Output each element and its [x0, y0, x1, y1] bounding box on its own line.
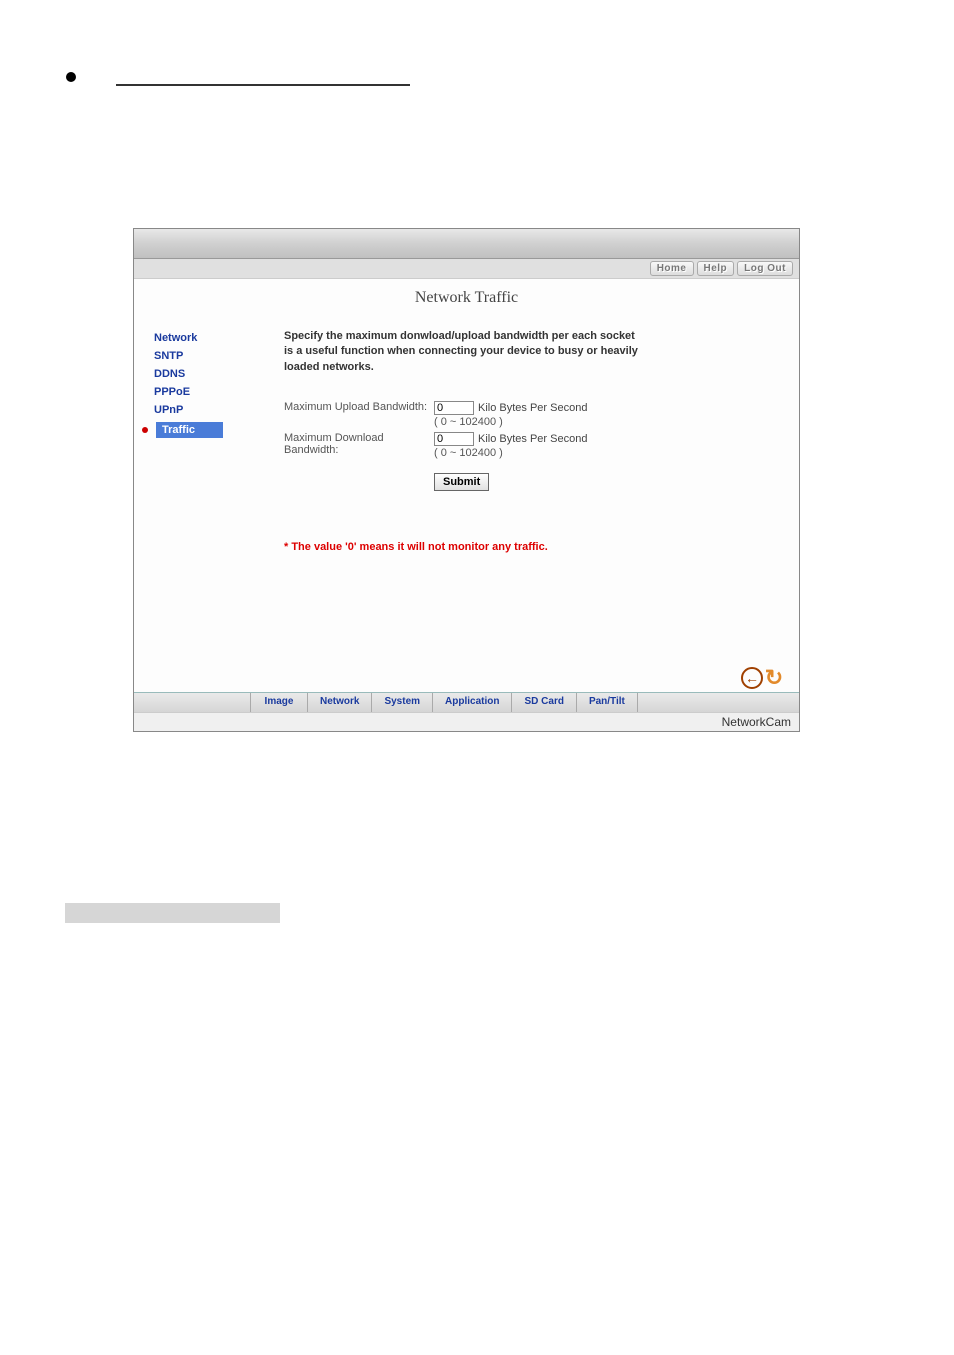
window-header-gradient [134, 229, 799, 259]
refresh-icon[interactable]: ↻ [763, 667, 785, 689]
sidebar-item-traffic[interactable]: Traffic [154, 419, 274, 441]
tab-pantilt[interactable]: Pan/Tilt [576, 693, 638, 712]
sidebar-item-ddns[interactable]: DDNS [154, 365, 274, 383]
download-label: Maximum Download Bandwidth: [284, 432, 434, 459]
brand-bar: NetworkCam [134, 712, 799, 731]
sidebar: Network SNTP DDNS PPPoE UPnP Traffic [134, 315, 274, 692]
download-input[interactable] [434, 432, 474, 446]
back-icon[interactable]: ← [741, 667, 763, 689]
bottom-tabs: Image Network System Application SD Card… [134, 692, 799, 712]
upload-label: Maximum Upload Bandwidth: [284, 401, 434, 428]
sidebar-item-label: Traffic [156, 422, 223, 438]
page-title: Network Traffic [134, 279, 799, 315]
upload-range: ( 0 ~ 102400 ) [434, 416, 587, 428]
sidebar-item-sntp[interactable]: SNTP [154, 347, 274, 365]
underline-bar [116, 84, 410, 86]
bullet-marker [66, 72, 76, 82]
upload-unit: Kilo Bytes Per Second [478, 402, 587, 414]
active-indicator-icon [142, 427, 148, 433]
download-row: Maximum Download Bandwidth: Kilo Bytes P… [284, 432, 769, 459]
sidebar-item-label: Network [154, 332, 197, 344]
tab-application[interactable]: Application [432, 693, 512, 712]
upload-input[interactable] [434, 401, 474, 415]
sidebar-item-label: UPnP [154, 404, 183, 416]
logout-button[interactable]: Log Out [737, 261, 793, 276]
sidebar-item-pppoe[interactable]: PPPoE [154, 383, 274, 401]
sidebar-item-label: PPPoE [154, 386, 190, 398]
main-panel: Specify the maximum donwload/upload band… [274, 315, 799, 692]
upload-row: Maximum Upload Bandwidth: Kilo Bytes Per… [284, 401, 769, 428]
tab-spacer [134, 693, 250, 712]
topbar: Home Help Log Out [134, 259, 799, 279]
sidebar-item-label: SNTP [154, 350, 183, 362]
gray-block [65, 903, 280, 923]
home-button[interactable]: Home [650, 261, 694, 276]
submit-button[interactable]: Submit [434, 473, 489, 491]
sidebar-item-network[interactable]: Network [154, 329, 274, 347]
tab-system[interactable]: System [371, 693, 433, 712]
sidebar-item-label: DDNS [154, 368, 185, 380]
tab-network[interactable]: Network [307, 693, 372, 712]
bottom-icons: ← ↻ [741, 667, 785, 689]
footnote-text: * The value '0' means it will not monito… [284, 541, 769, 553]
intro-text: Specify the maximum donwload/upload band… [284, 329, 644, 375]
sidebar-item-upnp[interactable]: UPnP [154, 401, 274, 419]
tab-image[interactable]: Image [250, 693, 308, 712]
app-window: Home Help Log Out Network Traffic Networ… [133, 228, 800, 732]
content-area: Network Traffic Network SNTP DDNS PPPoE … [134, 279, 799, 692]
help-button[interactable]: Help [697, 261, 735, 276]
tab-sdcard[interactable]: SD Card [511, 693, 576, 712]
download-range: ( 0 ~ 102400 ) [434, 447, 587, 459]
download-unit: Kilo Bytes Per Second [478, 433, 587, 445]
